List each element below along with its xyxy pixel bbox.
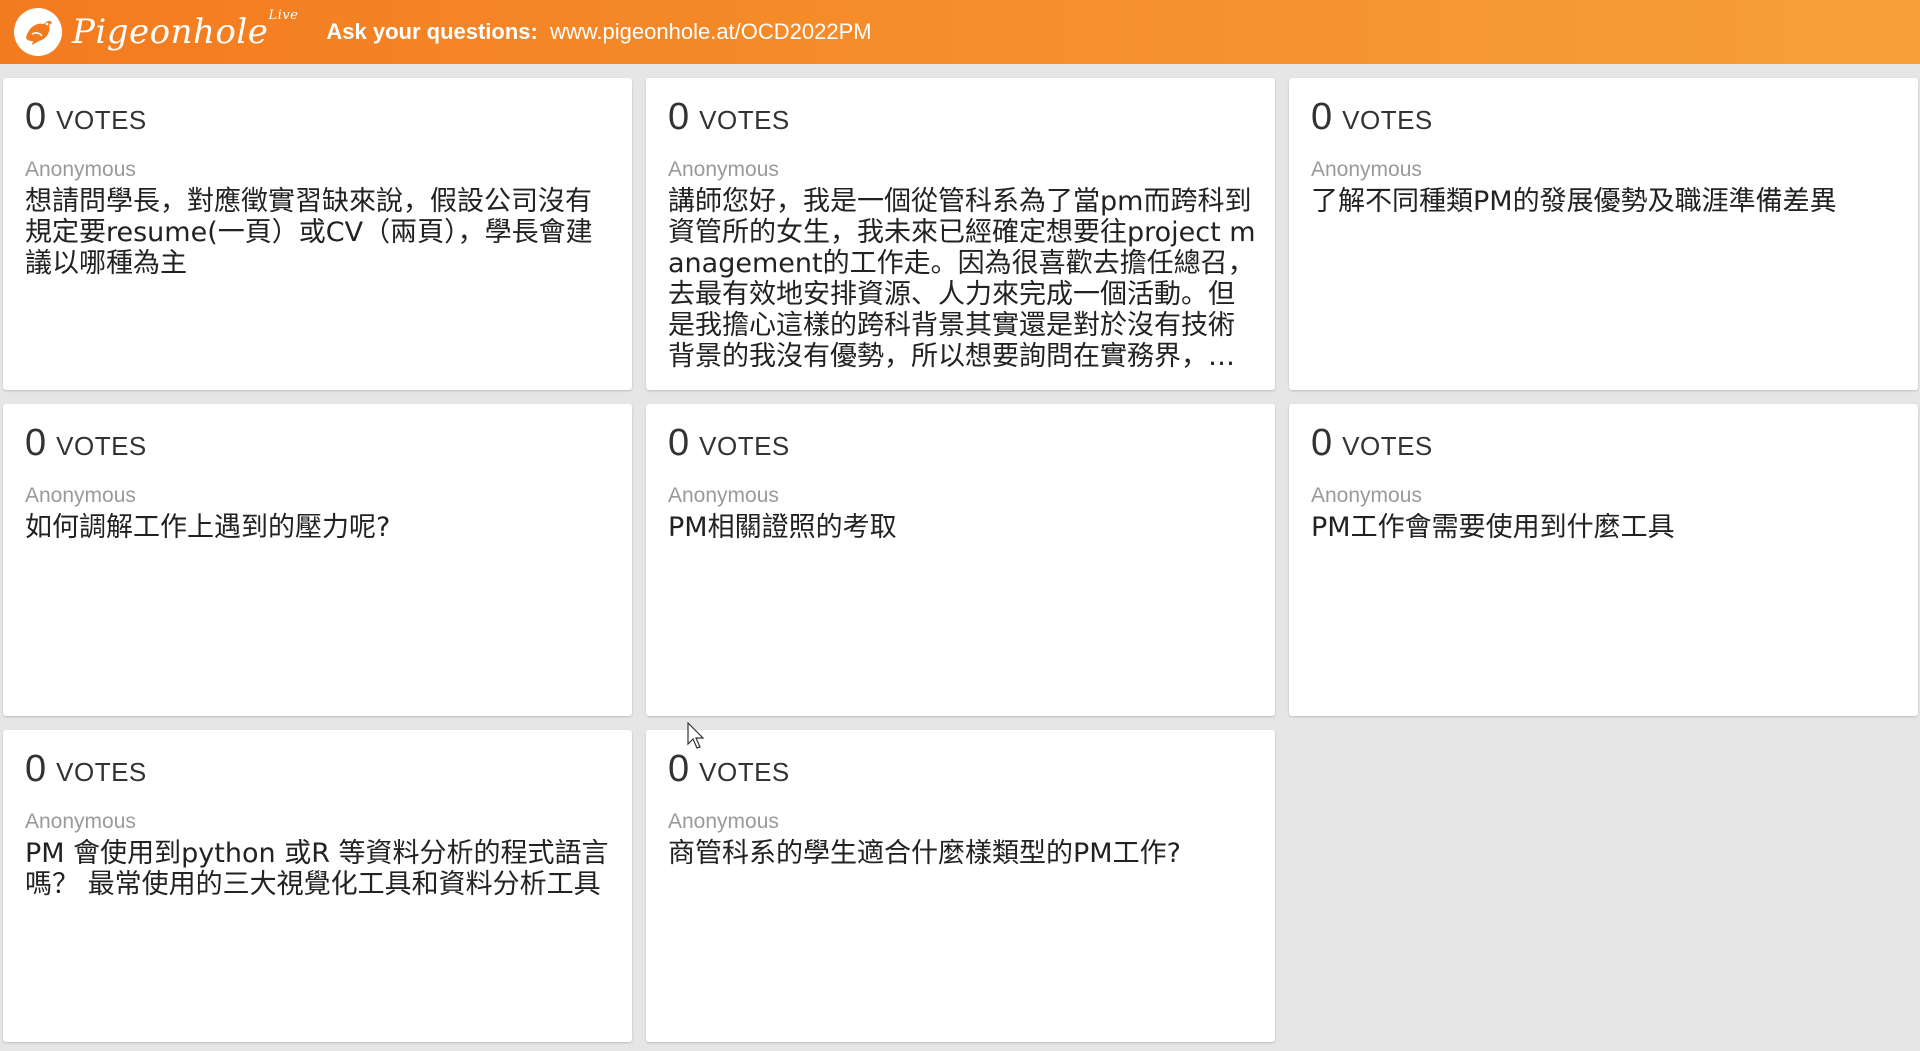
votes-number: 0 (25, 748, 47, 790)
votes-number: 0 (1311, 422, 1333, 464)
question-text: 如何調解工作上遇到的壓力呢? (25, 512, 391, 543)
question-card[interactable]: 0 VOTES Anonymous 如何調解工作上遇到的壓力呢? (3, 404, 632, 716)
question-text: 講師您好，我是一個從管科系為了當pm而跨科到資管所的女生，我未來已經確定想要往p… (668, 186, 1256, 372)
votes-number: 0 (25, 422, 47, 464)
votes-label: VOTES (699, 105, 790, 135)
brand-live-badge: Live (268, 8, 299, 23)
votes-number: 0 (668, 748, 690, 790)
question-text: 商管科系的學生適合什麼樣類型的PM工作? (668, 838, 1181, 869)
question-text: PM工作會需要使用到什麼工具 (1311, 512, 1675, 543)
vote-count: 0 VOTES (668, 424, 1257, 468)
ask-url: www.pigeonhole.at/OCD2022PM (549, 19, 872, 44)
votes-label: VOTES (56, 105, 147, 135)
ask-questions-banner: Ask your questions: www.pigeonhole.at/OC… (326, 19, 871, 45)
question-card[interactable]: 0 VOTES Anonymous PM相關證照的考取 (646, 404, 1275, 716)
vote-count: 0 VOTES (668, 98, 1257, 142)
question-author: Anonymous (668, 484, 779, 507)
votes-number: 0 (25, 96, 47, 138)
votes-label: VOTES (699, 757, 790, 787)
vote-count: 0 VOTES (25, 750, 614, 794)
question-card[interactable]: 0 VOTES Anonymous PM工作會需要使用到什麼工具 (1289, 404, 1918, 716)
votes-label: VOTES (56, 757, 147, 787)
brand-name: Pigeonhole Live (72, 8, 299, 52)
question-author: Anonymous (25, 158, 136, 181)
vote-count: 0 VOTES (25, 98, 614, 142)
brand-logo[interactable]: Pigeonhole Live (14, 0, 299, 64)
votes-label: VOTES (1342, 431, 1433, 461)
question-text: 想請問學長，對應徵實習缺來說，假設公司沒有規定要resume(一頁）或CV（兩頁… (25, 186, 593, 279)
mouse-cursor-icon (687, 722, 705, 749)
top-bar: Pigeonhole Live Ask your questions: www.… (0, 0, 1920, 64)
vote-count: 0 VOTES (25, 424, 614, 468)
votes-label: VOTES (1342, 105, 1433, 135)
votes-label: VOTES (699, 431, 790, 461)
question-author: Anonymous (25, 484, 136, 507)
question-card[interactable]: 0 VOTES Anonymous 商管科系的學生適合什麼樣類型的PM工作? (646, 730, 1275, 1042)
question-card[interactable]: 0 VOTES Anonymous PM 會使用到python 或R 等資料分析… (3, 730, 632, 1042)
vote-count: 0 VOTES (668, 750, 1257, 794)
votes-number: 0 (1311, 96, 1333, 138)
votes-label: VOTES (56, 431, 147, 461)
votes-number: 0 (668, 422, 690, 464)
question-text: PM相關證照的考取 (668, 512, 897, 543)
question-author: Anonymous (25, 810, 136, 833)
question-text: PM 會使用到python 或R 等資料分析的程式語言嗎？ 最常使用的三大視覺化… (25, 838, 609, 900)
question-text: 了解不同種類PM的發展優勢及職涯準備差異 (1311, 186, 1837, 217)
votes-number: 0 (668, 96, 690, 138)
vote-count: 0 VOTES (1311, 98, 1900, 142)
question-author: Anonymous (1311, 158, 1422, 181)
question-card[interactable]: 0 VOTES Anonymous 想請問學長，對應徵實習缺來說，假設公司沒有規… (3, 78, 632, 390)
question-card[interactable]: 0 VOTES Anonymous 了解不同種類PM的發展優勢及職涯準備差異 (1289, 78, 1918, 390)
question-author: Anonymous (668, 810, 779, 833)
questions-grid: 0 VOTES Anonymous 想請問學長，對應徵實習缺來說，假設公司沒有規… (3, 78, 1918, 1042)
pigeon-logo-icon (14, 8, 62, 56)
vote-count: 0 VOTES (1311, 424, 1900, 468)
ask-label: Ask your questions: (326, 19, 538, 44)
question-card[interactable]: 0 VOTES Anonymous 講師您好，我是一個從管科系為了當pm而跨科到… (646, 78, 1275, 390)
question-author: Anonymous (668, 158, 779, 181)
question-author: Anonymous (1311, 484, 1422, 507)
